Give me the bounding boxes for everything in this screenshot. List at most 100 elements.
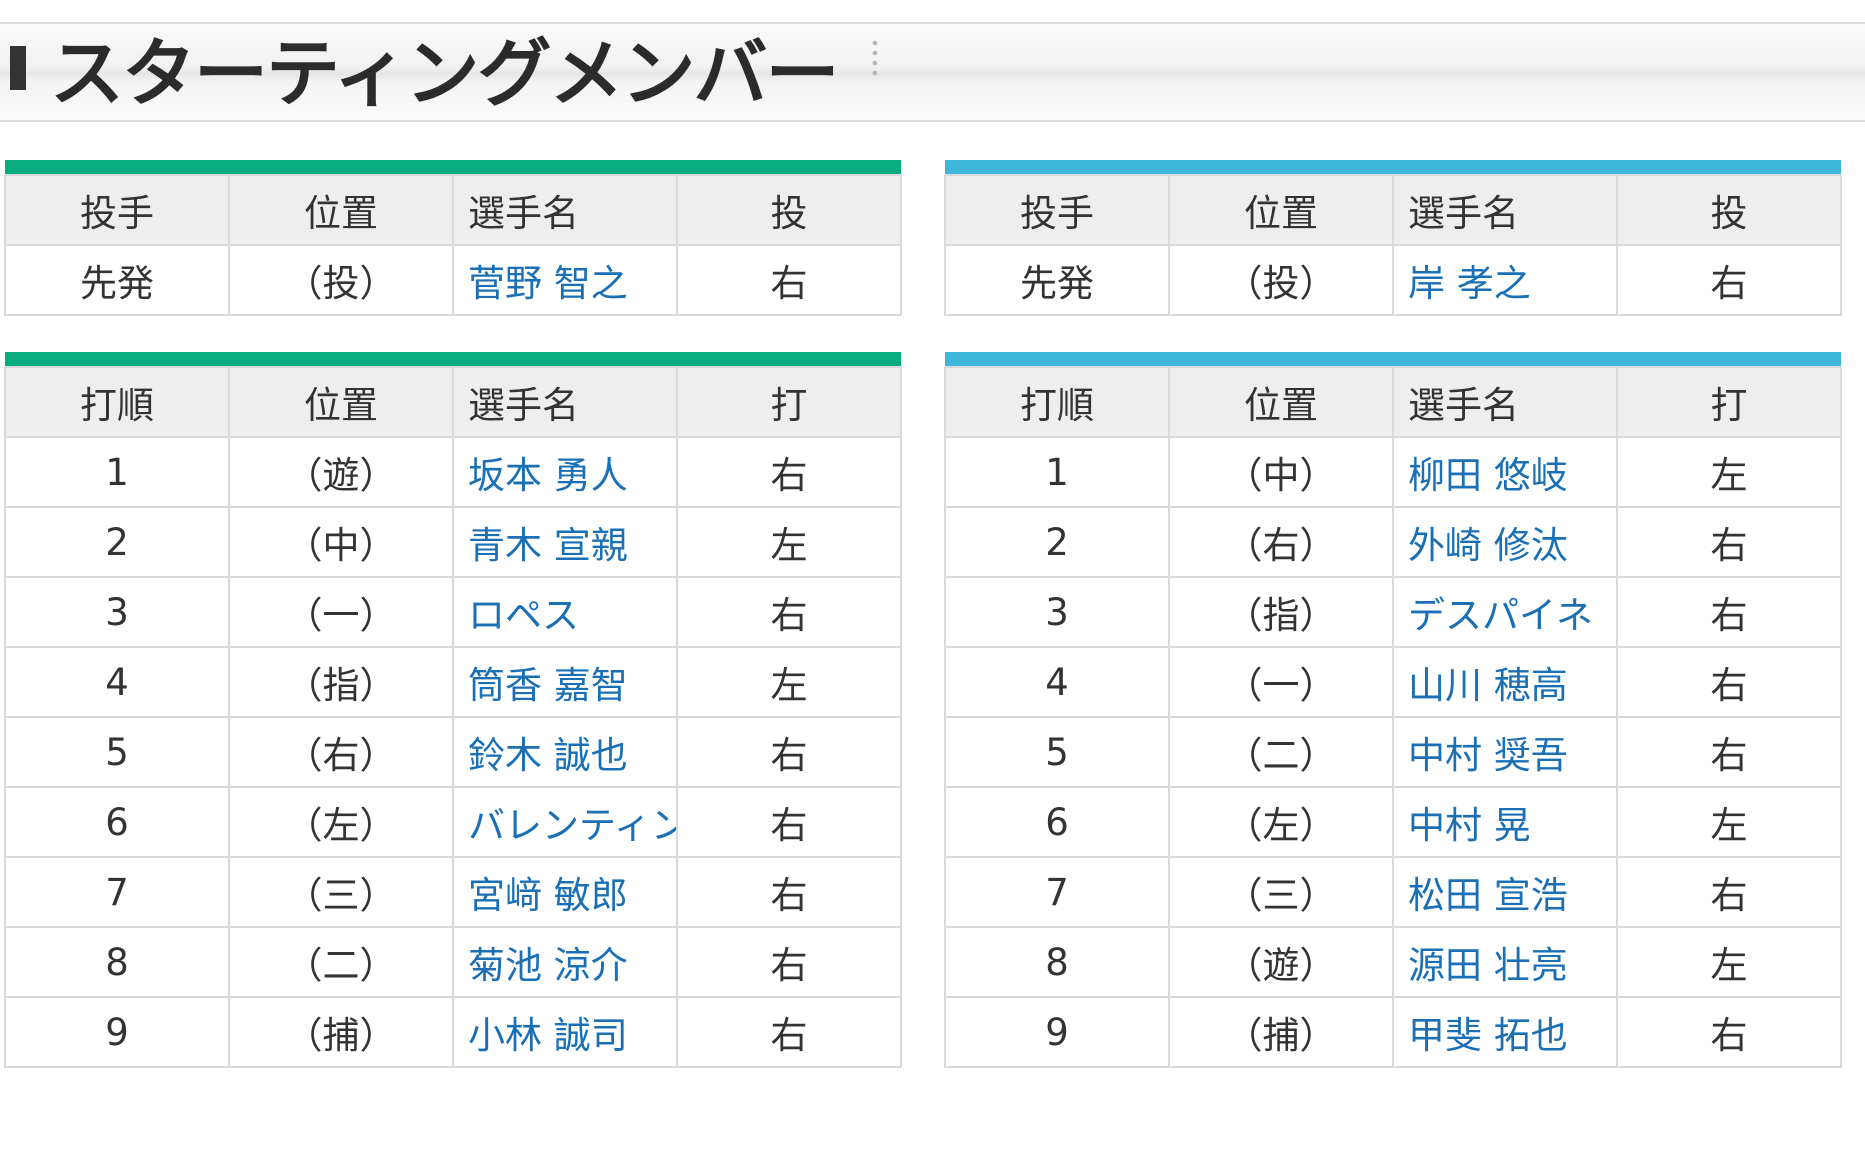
left-pitcher-table: 投手 位置 選手名 投 先発 （投） 菅野 智之 右 [4, 160, 902, 316]
row-position: （中） [1168, 436, 1394, 508]
row-order: 7 [944, 856, 1170, 928]
player-name-link[interactable]: バレンティン [452, 786, 678, 858]
table-row: 1 （遊） 坂本 勇人 右 [4, 436, 902, 508]
player-name-link[interactable]: 菅野 智之 [452, 244, 678, 316]
table-row: 6 （左） 中村 晃 左 [944, 786, 1842, 858]
row-order: 8 [4, 926, 230, 998]
player-name[interactable]: 岸 孝之 [1408, 262, 1531, 305]
row-hand: 右 [676, 436, 902, 508]
row-position: （投） [228, 244, 454, 316]
right-batting-table: 打順 位置 選手名 打 1 （中） 柳田 悠岐 左 2 （右） 外崎 修汰 右 … [944, 352, 1842, 1068]
row-hand: 右 [1616, 576, 1842, 648]
left-accent-bar [5, 160, 901, 175]
header-player-name: 選手名 [452, 174, 678, 246]
row-position: （左） [1168, 786, 1394, 858]
left-accent-bar [5, 352, 901, 367]
right-accent-bar [945, 160, 1841, 175]
player-name-link[interactable]: 外崎 修汰 [1392, 506, 1618, 578]
table-row: 9 （捕） 小林 誠司 右 [4, 996, 902, 1068]
row-order: 9 [944, 996, 1170, 1068]
row-position: （右） [1168, 506, 1394, 578]
table-row: 3 （指） デスパイネ 右 [944, 576, 1842, 648]
header-bar-mark [10, 46, 26, 90]
player-name-link[interactable]: 松田 宣浩 [1392, 856, 1618, 928]
row-position: （指） [228, 646, 454, 718]
player-name-link[interactable]: 菊池 涼介 [452, 926, 678, 998]
row-position: （捕） [228, 996, 454, 1068]
player-name-link[interactable]: 宮﨑 敏郎 [452, 856, 678, 928]
header-player-name: 選手名 [1392, 366, 1618, 438]
row-order: 2 [4, 506, 230, 578]
player-name[interactable]: 源田 壮亮 [1408, 944, 1568, 987]
player-name-link[interactable]: デスパイネ [1392, 576, 1618, 648]
player-name[interactable]: 外崎 修汰 [1408, 524, 1568, 567]
row-hand: 左 [1616, 926, 1842, 998]
row-position: （投） [1168, 244, 1394, 316]
player-name[interactable]: 坂本 勇人 [468, 454, 628, 497]
row-hand: 左 [1616, 786, 1842, 858]
table-row: 5 （二） 中村 奨吾 右 [944, 716, 1842, 788]
row-order: 8 [944, 926, 1170, 998]
row-hand: 右 [676, 996, 902, 1068]
row-order: 4 [4, 646, 230, 718]
player-name[interactable]: 中村 奨吾 [1408, 734, 1568, 777]
row-order: 4 [944, 646, 1170, 718]
player-name[interactable]: 柳田 悠岐 [1408, 454, 1568, 497]
table-row: 8 （二） 菊池 涼介 右 [4, 926, 902, 998]
table-header-row: 打順 位置 選手名 打 [4, 366, 902, 438]
row-position: （三） [228, 856, 454, 928]
player-name[interactable]: 中村 晃 [1408, 804, 1531, 847]
player-name[interactable]: 筒香 嘉智 [468, 664, 628, 707]
drag-handle-icon [872, 38, 878, 78]
player-name-link[interactable]: 中村 奨吾 [1392, 716, 1618, 788]
player-name-link[interactable]: 山川 穂高 [1392, 646, 1618, 718]
header-position: 位置 [228, 174, 454, 246]
player-name-link[interactable]: 坂本 勇人 [452, 436, 678, 508]
player-name[interactable]: 宮﨑 敏郎 [468, 874, 628, 917]
header-batting-order: 打順 [944, 366, 1170, 438]
player-name[interactable]: 甲斐 拓也 [1408, 1014, 1568, 1057]
row-order: 7 [4, 856, 230, 928]
player-name[interactable]: 小林 誠司 [468, 1014, 628, 1057]
header-position: 位置 [228, 366, 454, 438]
player-name[interactable]: 鈴木 誠也 [468, 734, 628, 777]
header-pitcher: 投手 [944, 174, 1170, 246]
player-name[interactable]: ロペス [468, 594, 579, 637]
player-name[interactable]: バレンティン [468, 804, 675, 847]
player-name-link[interactable]: 甲斐 拓也 [1392, 996, 1618, 1068]
left-batting-table: 打順 位置 選手名 打 1 （遊） 坂本 勇人 右 2 （中） 青木 宣親 左 … [4, 352, 902, 1068]
player-name-link[interactable]: 筒香 嘉智 [452, 646, 678, 718]
header-player-name: 選手名 [1392, 174, 1618, 246]
player-name-link[interactable]: 青木 宣親 [452, 506, 678, 578]
player-name-link[interactable]: 岸 孝之 [1392, 244, 1618, 316]
table-row: 3 （一） ロペス 右 [4, 576, 902, 648]
player-name[interactable]: 青木 宣親 [468, 524, 628, 567]
player-name-link[interactable]: ロペス [452, 576, 678, 648]
row-order: 1 [4, 436, 230, 508]
table-header-row: 投手 位置 選手名 投 [4, 174, 902, 246]
row-hand: 右 [676, 926, 902, 998]
row-hand: 右 [676, 786, 902, 858]
table-row: 先発 （投） 菅野 智之 右 [4, 244, 902, 316]
row-hand: 右 [1616, 506, 1842, 578]
row-order: 先発 [944, 244, 1170, 316]
player-name-link[interactable]: 源田 壮亮 [1392, 926, 1618, 998]
player-name[interactable]: デスパイネ [1408, 594, 1593, 637]
table-row: 4 （指） 筒香 嘉智 左 [4, 646, 902, 718]
player-name-link[interactable]: 小林 誠司 [452, 996, 678, 1068]
player-name[interactable]: 菊池 涼介 [468, 944, 628, 987]
row-hand: 右 [1616, 996, 1842, 1068]
player-name[interactable]: 山川 穂高 [1408, 664, 1568, 707]
row-hand: 右 [1616, 646, 1842, 718]
player-name[interactable]: 菅野 智之 [468, 262, 628, 305]
row-order: 3 [4, 576, 230, 648]
right-accent-bar [945, 352, 1841, 367]
row-position: （三） [1168, 856, 1394, 928]
row-position: （左） [228, 786, 454, 858]
player-name-link[interactable]: 中村 晃 [1392, 786, 1618, 858]
player-name-link[interactable]: 柳田 悠岐 [1392, 436, 1618, 508]
player-name[interactable]: 松田 宣浩 [1408, 874, 1568, 917]
table-row: 2 （右） 外崎 修汰 右 [944, 506, 1842, 578]
player-name-link[interactable]: 鈴木 誠也 [452, 716, 678, 788]
row-hand: 右 [676, 576, 902, 648]
